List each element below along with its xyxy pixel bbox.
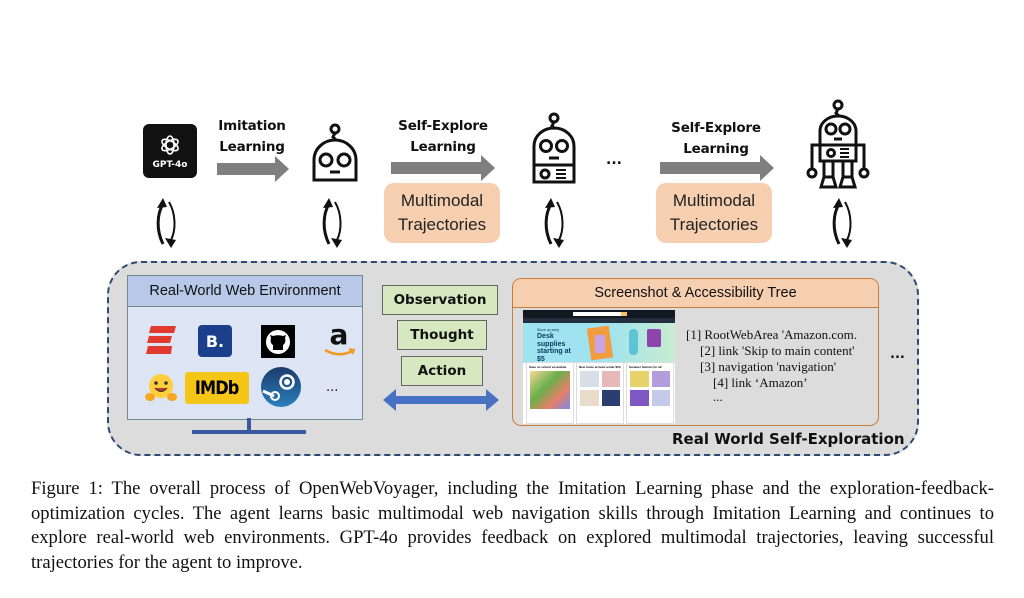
stage-ellipsis: ...: [606, 152, 622, 168]
stage-label-line: Imitation: [218, 118, 286, 134]
multimodal-trajectories-box-1: Multimodal Trajectories: [384, 183, 500, 243]
trajectory-line: Trajectories: [397, 215, 487, 234]
openai-icon: [161, 134, 179, 155]
card-grid: [630, 371, 670, 406]
robot-icon-intermediate: [532, 112, 576, 184]
action-box: Action: [401, 356, 483, 386]
a11y-tree-line-1: [1] RootWebArea 'Amazon.com.: [686, 327, 857, 342]
a11y-tree-line-4: [4] link ‘Amazon’: [713, 375, 808, 390]
hero-kicker: Stock up early: [537, 328, 560, 332]
amazon-search-bar: [573, 312, 627, 316]
huggingface-icon: [145, 374, 177, 401]
feedback-cycle-icon-robot-2: [544, 198, 564, 248]
self-exploration-label: Real World Self-Exploration: [672, 430, 905, 448]
thought-box: Thought: [397, 320, 487, 350]
imdb-text: IMDb: [195, 377, 240, 399]
more-sites-ellipsis: ...: [326, 380, 339, 395]
multimodal-trajectories-box-2: Multimodal Trajectories: [656, 183, 772, 243]
screenshot-accessibility-title: Screenshot & Accessibility Tree: [513, 279, 878, 308]
observation-box: Observation: [382, 285, 498, 315]
amazon-topbar: [523, 310, 675, 318]
trajectory-line: Multimodal: [672, 191, 756, 210]
trajectory-line: Multimodal: [400, 191, 484, 210]
imitation-arrow: [217, 156, 289, 182]
imdb-icon: IMDb: [185, 372, 249, 404]
web-environment-title: Real-World Web Environment: [128, 276, 362, 307]
steam-icon: [261, 367, 301, 407]
card-thumb: [580, 390, 599, 406]
imitation-learning-label: Imitation Learning: [212, 116, 292, 158]
card-title: Summer fashion for all: [629, 365, 662, 369]
more-observations-ellipsis: ...: [890, 347, 905, 362]
feedback-cycle-icon-robot-3: [832, 198, 852, 248]
card-thumb: [601, 371, 620, 387]
interaction-double-arrow: [383, 389, 499, 411]
card-thumb: [630, 390, 649, 406]
self-explore-label-2: Self-Explore Learning: [661, 118, 771, 160]
stage-label-line: Learning: [219, 139, 285, 155]
github-octocat-glyph: [266, 329, 290, 354]
gpt-4o-label: GPT-4o: [152, 159, 188, 170]
amazon-smile: [324, 348, 356, 356]
robot-icon-basic: [312, 123, 358, 182]
amazon-letter: a: [329, 318, 349, 351]
stage-label-line: Learning: [683, 141, 749, 157]
amazon-icon: a: [322, 320, 356, 360]
card-thumb: [601, 390, 620, 406]
card-grid: [580, 371, 620, 406]
screenshot-card-1: Save on school essentials: [526, 362, 574, 424]
feedback-cycle-icon-robot-1: [322, 198, 342, 248]
feedback-cycle-icon-gpt: [156, 198, 176, 248]
self-explore-arrow-1: [391, 155, 495, 181]
a11y-tree-line-5: ...: [713, 389, 723, 404]
self-explore-arrow-2: [660, 155, 774, 181]
card-title: New home arrivals under $50: [579, 365, 621, 369]
hero-headline: Desk supplies starting at $5: [537, 333, 571, 363]
card-thumb: [630, 371, 649, 387]
card-image: [530, 371, 570, 409]
amazon-hero-banner: Stock up early Desk supplies starting at…: [523, 323, 675, 363]
a11y-tree-line-3: [3] navigation 'navigation': [700, 359, 837, 374]
github-icon: [261, 325, 295, 358]
booking-letter: B.: [205, 331, 225, 351]
card-thumb: [651, 371, 670, 387]
self-explore-label-1: Self-Explore Learning: [388, 116, 498, 158]
gpt-4o-logo: GPT-4o: [143, 124, 197, 178]
screenshot-card-2: New home arrivals under $50: [576, 362, 624, 424]
robot-icon-full: [806, 99, 870, 189]
card-title: Save on school essentials: [529, 365, 567, 369]
stage-label-line: Self-Explore: [671, 120, 761, 136]
amazon-screenshot-thumbnail: Stock up early Desk supplies starting at…: [523, 310, 675, 424]
hero-calculator: [647, 329, 661, 347]
stage-label-line: Self-Explore: [398, 118, 488, 134]
hero-bottle: [629, 329, 638, 355]
trajectory-line: Trajectories: [669, 215, 759, 234]
card-thumb: [580, 371, 599, 387]
figure-caption: Figure 1: The overall process of OpenWeb…: [31, 478, 994, 573]
hero-phone: [595, 335, 605, 353]
monitor-base: [192, 430, 306, 434]
booking-icon: B.: [198, 325, 232, 357]
card-thumb: [651, 390, 670, 406]
screenshot-card-3: Summer fashion for all: [626, 362, 674, 424]
a11y-tree-line-2: [2] link 'Skip to main content': [700, 343, 855, 358]
espn-icon: [146, 326, 176, 354]
